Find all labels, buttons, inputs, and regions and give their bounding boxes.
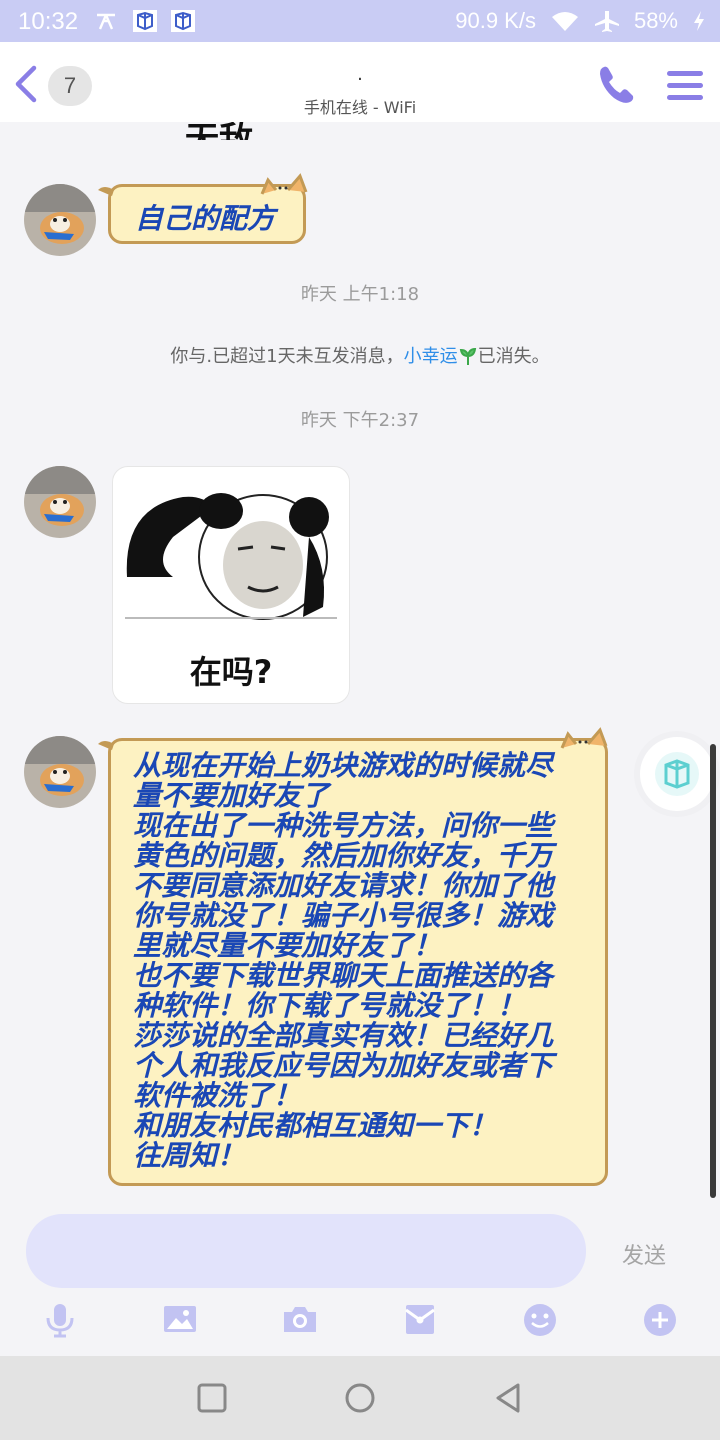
shiba-avatar-image [24, 466, 96, 538]
airplane-mode-icon [594, 11, 619, 32]
system-message-suffix: 已消失。 [477, 346, 550, 367]
avatar[interactable] [24, 736, 96, 808]
bubble-tail-icon [98, 187, 114, 196]
menu-icon[interactable] [666, 68, 704, 104]
message-input[interactable] [26, 1214, 586, 1288]
message-line: 里就尽量不要加好友了！ [133, 929, 442, 962]
cat-ears-icon [560, 727, 608, 749]
send-button[interactable]: 发送 [604, 1238, 684, 1270]
status-time: 10:32 [18, 8, 79, 35]
message-line: 个人和我反应号因为加好友或者下 [133, 1049, 554, 1082]
system-nav-bar [0, 1356, 720, 1440]
avatar[interactable] [24, 466, 96, 538]
plus-icon[interactable] [642, 1302, 678, 1338]
partial-message-text: 无敌 [185, 122, 253, 140]
cube-notification-icon-2 [171, 10, 195, 32]
bubble-tail-icon [98, 741, 114, 750]
message-line: 软件被洗了！ [133, 1079, 302, 1112]
message-line: 莎莎说的全部真实有效！已经好几 [133, 1019, 554, 1052]
system-message: 你与.已超过1天未互发消息，小幸运 已消失。 [0, 342, 720, 368]
sticker-message[interactable]: 在吗? [112, 466, 350, 704]
camera-icon[interactable] [282, 1302, 318, 1336]
circle-nav-icon[interactable] [344, 1382, 376, 1414]
input-bar: 发送 [0, 1198, 720, 1356]
cube-notification-icon [133, 10, 157, 32]
message-line: 量不要加好友了 [133, 779, 330, 812]
timestamp: 昨天 上午1:18 [300, 284, 420, 305]
back-nav-icon[interactable] [492, 1382, 524, 1414]
system-message-prefix: 你与.已超过1天未互发消息， [170, 346, 404, 367]
message-line: 你号就没了！骗子小号很多！游戏 [133, 899, 554, 932]
shiba-avatar-image [24, 184, 96, 256]
network-speed: 90.9 K/s [455, 8, 536, 33]
message-line: 种软件！你下载了号就没了！！ [133, 989, 526, 1022]
timestamp: 昨天 下午2:37 [300, 410, 420, 431]
cat-ears-icon [260, 173, 308, 195]
message-bubble-long[interactable]: 从现在开始上奶块游戏的时候就尽 量不要加好友了 现在出了一种洗号方法，问你一些 … [108, 738, 608, 1186]
message-text: 自己的配方 [135, 202, 276, 235]
emoji-icon[interactable] [522, 1302, 558, 1338]
wifi-icon [551, 12, 578, 31]
cube-icon [655, 752, 699, 796]
scrollbar[interactable] [710, 744, 716, 1198]
avatar[interactable] [24, 184, 96, 256]
square-nav-icon[interactable] [196, 1382, 228, 1414]
message-line: 和朋友村民都相互通知一下！ [133, 1109, 498, 1142]
chat-header: 7 . 手机在线 - WiFi [0, 42, 720, 122]
floating-cube-button[interactable] [640, 737, 714, 811]
message-line: 黄色的问题，然后加你好友，千万 [133, 839, 554, 872]
chat-area[interactable]: 无敌 自己的配方 昨天 上午1:18 你与.已超过1天未互发消息，小幸运已消失。… [0, 122, 720, 1198]
status-bar: 10:32 90.9 K/s 58% [0, 0, 720, 42]
panda-meme-image [125, 493, 337, 620]
message-line: 从现在开始上奶块游戏的时候就尽 [133, 749, 554, 782]
system-message-link[interactable]: 小幸运 [404, 346, 458, 367]
message-line: 也不要下载世界聊天上面推送的各 [133, 959, 554, 992]
message-line: 现在出了一种洗号方法，问你一些 [133, 809, 554, 842]
image-icon[interactable] [162, 1302, 198, 1336]
battery-percent: 58% [633, 8, 678, 33]
shiba-avatar-image [24, 736, 96, 808]
message-line: 不要同意添加好友请求！你加了他 [133, 869, 554, 902]
long-message-text: 从现在开始上奶块游戏的时候就尽 量不要加好友了 现在出了一种洗号方法，问你一些 … [133, 751, 593, 1171]
red-packet-icon[interactable] [402, 1302, 438, 1336]
mic-icon[interactable] [44, 1302, 76, 1338]
app-notification-icon [97, 13, 115, 30]
charging-icon [694, 11, 704, 31]
message-line: 往周知！ [133, 1139, 246, 1172]
status-right: 90.9 K/s 58% [455, 8, 706, 34]
sprout-icon [459, 347, 476, 365]
phone-icon[interactable] [596, 64, 636, 106]
sticker-caption: 在吗? [189, 653, 273, 691]
